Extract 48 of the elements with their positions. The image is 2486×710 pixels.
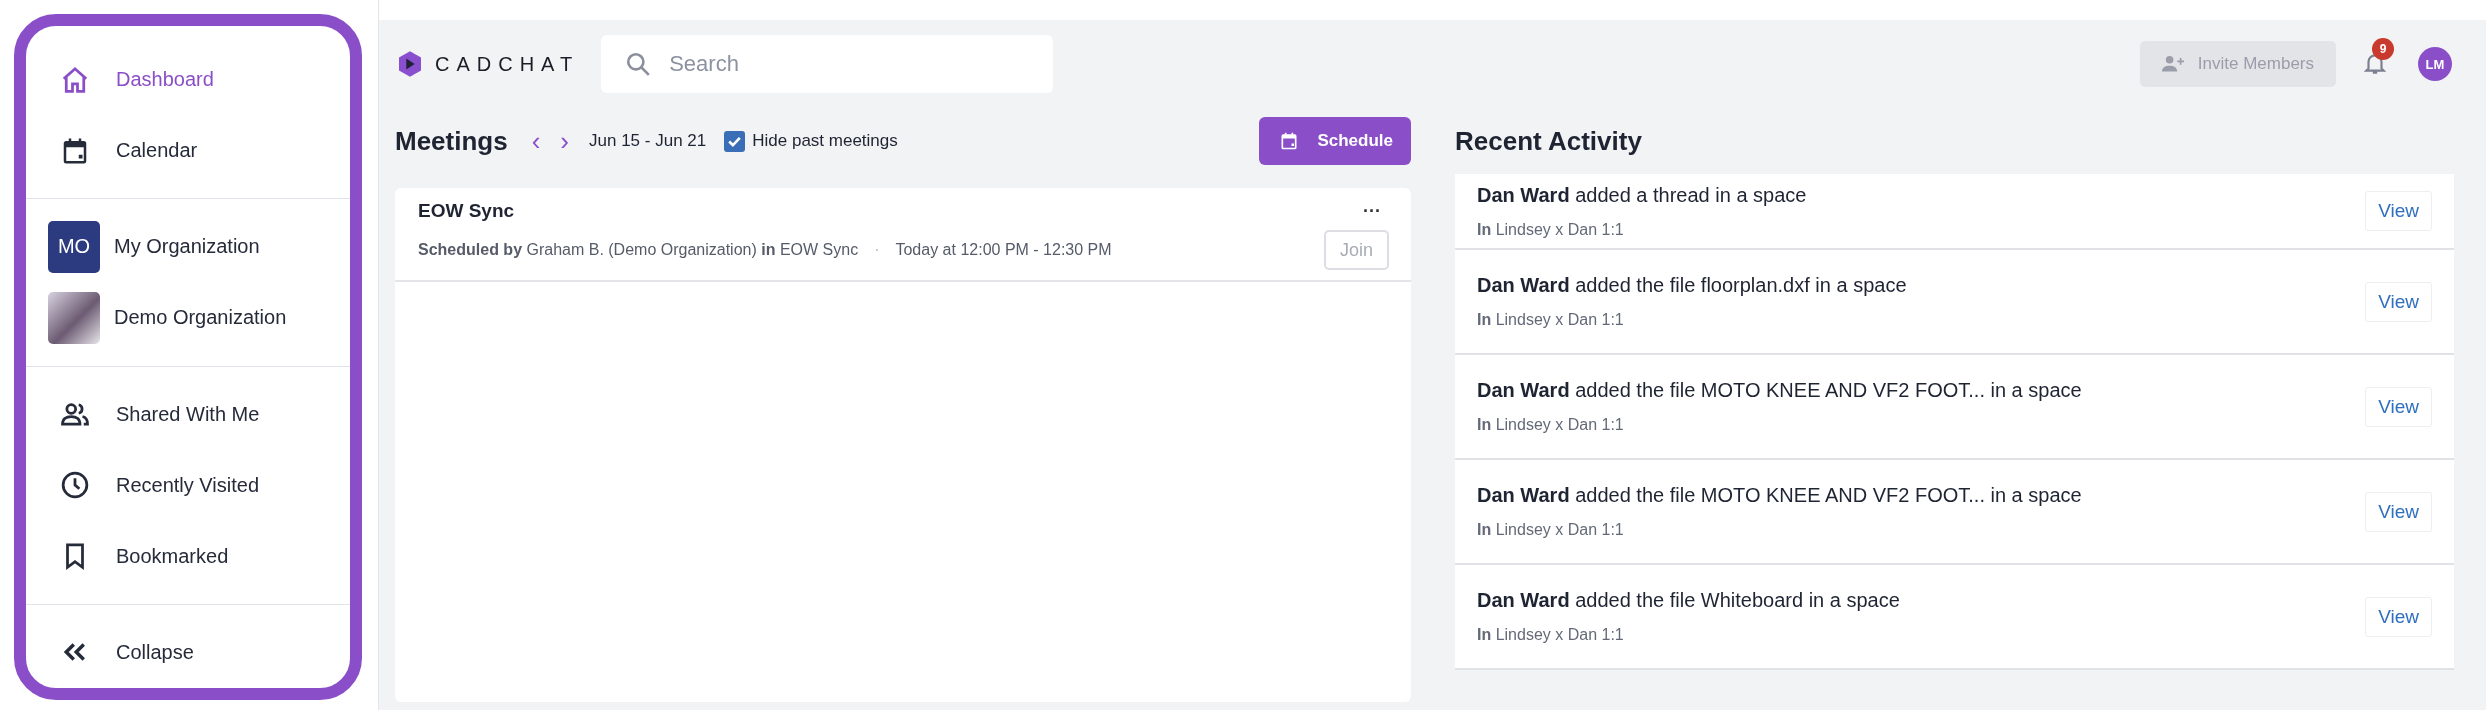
sidebar-item[interactable]: Bookmarked	[26, 520, 350, 592]
sidebar-item[interactable]: Recently Visited	[26, 449, 350, 521]
view-button[interactable]: View	[2365, 491, 2432, 532]
next-week-button[interactable]: ›	[550, 125, 580, 157]
hide-past-checkbox[interactable]	[724, 130, 746, 152]
more-options-button[interactable]: ···	[1355, 200, 1389, 222]
activity-text: Dan Ward added the file Whiteboard in a space	[1477, 589, 1901, 612]
search-icon	[625, 51, 652, 77]
activity-location: In Lindsey x Dan 1:1	[1477, 416, 1625, 434]
sidebar-item[interactable]: Dashboard	[26, 44, 350, 116]
activity-text: Dan Ward added the file MOTO KNEE AND VF2 FOOT... in a space	[1477, 484, 2083, 507]
sidebar-item[interactable]: Collapse	[26, 616, 350, 689]
photo-placeholder	[48, 291, 100, 344]
meetings-title: Meetings	[395, 125, 508, 157]
schedule-button[interactable]: Schedule	[1259, 117, 1411, 165]
home-icon	[60, 64, 90, 95]
activity-location: In Lindsey x Dan 1:1	[1477, 521, 1625, 539]
recent-activity-title: Recent Activity	[1455, 124, 1643, 158]
activity-location: In Lindsey x Dan 1:1	[1477, 220, 1625, 239]
previous-week-button[interactable]: ‹	[521, 125, 551, 157]
add-person-icon	[2161, 55, 2184, 73]
view-button[interactable]: View	[2365, 386, 2432, 427]
activity-location: In Lindsey x Dan 1:1	[1477, 626, 1625, 644]
search-field[interactable]: Search	[601, 35, 1054, 93]
user-avatar[interactable]: LM	[2418, 47, 2452, 81]
sidebar-item[interactable]: Calendar	[26, 115, 350, 187]
clock-icon	[60, 470, 90, 501]
logo-text: CADCHAT	[435, 52, 580, 76]
checkbox-label: Hide past meetings	[752, 131, 898, 151]
view-button[interactable]: View	[2365, 596, 2432, 637]
meeting-details: Scheduled by Graham B. (Demo Organization) in EOW Sync	[418, 241, 859, 259]
activity-text: Dan Ward added a thread in a space	[1477, 183, 1808, 207]
activity-text: Dan Ward added the file floorplan.dxf in a space	[1477, 274, 1908, 297]
sidebar-item[interactable]: MO My Organization	[26, 211, 350, 283]
logo-icon	[399, 49, 421, 79]
notification-count: 9	[2372, 38, 2394, 60]
view-button[interactable]: View	[2365, 191, 2432, 231]
meeting-title: EOW Sync	[418, 200, 515, 222]
date-range: Jun 15 - Jun 21	[589, 131, 707, 151]
activity-location: In Lindsey x Dan 1:1	[1477, 311, 1625, 329]
calendar-icon	[1279, 131, 1300, 151]
sidebar-item[interactable]: Shared With Me	[26, 378, 350, 450]
sidebar-item[interactable]: Demo Organization	[26, 282, 350, 354]
org-avatar: MO	[48, 220, 100, 273]
meeting-time: Today at 12:00 PM - 12:30 PM	[895, 241, 1112, 259]
view-button[interactable]: View	[2365, 281, 2432, 322]
activity-text: Dan Ward added the file MOTO KNEE AND VF2 FOOT... in a space	[1477, 379, 2083, 402]
separator-dot: ·	[874, 241, 880, 259]
